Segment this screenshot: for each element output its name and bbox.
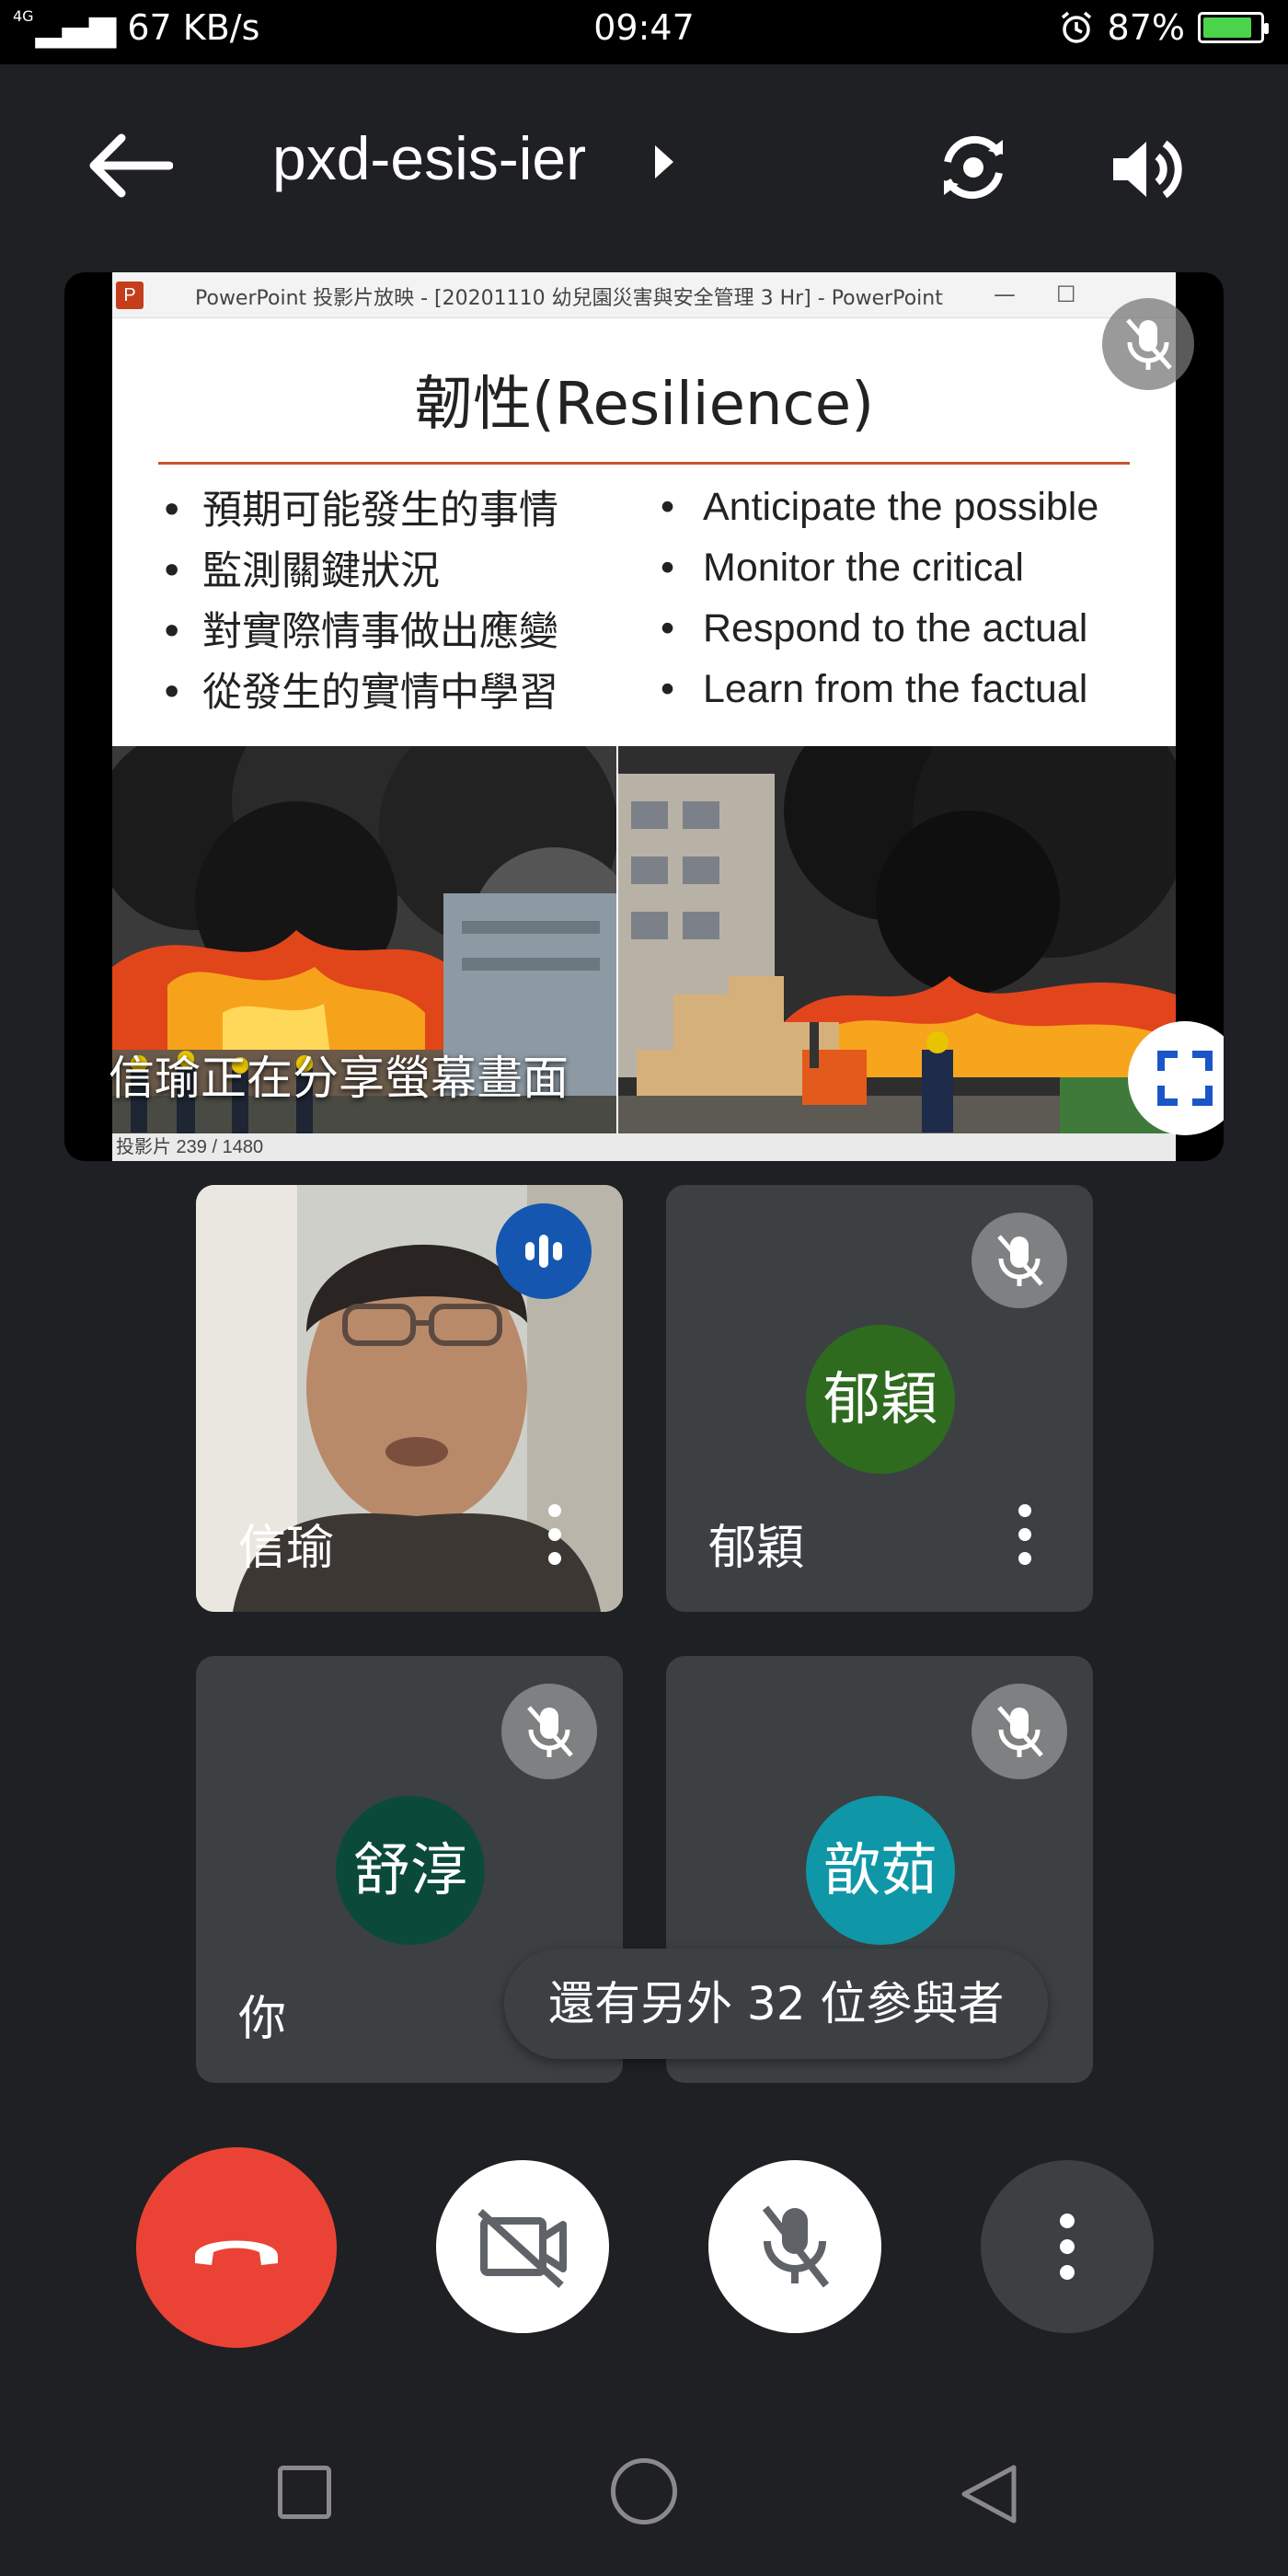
status-right: 87% [1058,7,1269,48]
back-icon[interactable] [957,2462,1021,2526]
participant-tile[interactable]: 郁穎 郁穎 [666,1185,1093,1612]
home-icon[interactable] [611,2458,677,2524]
camera-toggle-button[interactable] [436,2160,609,2333]
slide-counter: 投影片 239 / 1480 [112,1133,1176,1161]
battery-charging-icon [1198,12,1269,43]
more-options-button[interactable] [981,2160,1154,2333]
more-options-icon[interactable] [533,1498,577,1571]
avatar: 舒淳 [336,1796,485,1945]
bullet-item: Learn from the factual [661,659,1098,719]
participant-name: 郁穎 [708,1521,805,1576]
window-title: PowerPoint 投影片放映 - [20201110 幼兒園災害與安全管理 … [195,287,943,310]
back-arrow-icon[interactable] [85,129,173,202]
meeting-code[interactable]: pxd-esis-ier [272,123,586,193]
bullet-list-zh: 預期可能發生的事情 監測關鍵狀況 對實際情事做出應變 從發生的實情中學習 [160,480,558,723]
end-call-icon [195,2240,278,2265]
bullet-item: Monitor the critical [661,537,1098,598]
mic-off-icon [972,1684,1067,1779]
participant-tile-video[interactable]: 信瑜 [196,1185,623,1612]
slide-divider [158,462,1130,465]
more-options-icon[interactable] [1003,1498,1047,1571]
bullet-item: 預期可能發生的事情 [160,480,558,541]
mic-off-icon [501,1684,597,1779]
bullet-list-en: Anticipate the possible Monitor the crit… [661,477,1098,719]
bullet-item: 對實際情事做出應變 [160,602,558,662]
powerpoint-window: P PowerPoint 投影片放映 - [20201110 幼兒園災害與安全管… [112,272,1176,1161]
bullet-item: 監測關鍵狀況 [160,541,558,602]
minimize-icon: — [994,282,1016,307]
shared-screen[interactable]: P PowerPoint 投影片放映 - [20201110 幼兒園災害與安全管… [64,272,1224,1161]
maximize-icon: ☐ [1056,282,1076,307]
mic-off-icon [972,1213,1067,1308]
recents-icon[interactable] [278,2466,331,2519]
mic-off-icon [762,2205,830,2288]
slide-title: 韌性(Resilience) [413,371,875,439]
chevron-right-icon[interactable] [655,145,673,178]
mic-toggle-button[interactable] [708,2160,881,2333]
avatar: 歆茹 [806,1796,955,1945]
speaker-icon[interactable] [1100,125,1189,213]
avatar: 郁穎 [806,1325,955,1474]
switch-camera-icon[interactable] [929,123,1018,212]
fire-photo-right [618,746,1176,1156]
battery-percent: 87% [1107,7,1185,48]
bullet-item: Respond to the actual [661,598,1098,659]
more-options-icon [1060,2214,1075,2280]
status-bar: 4G▂▄▆ 67 KB/s 09:47 87% [0,0,1288,64]
bullet-item: 從發生的實情中學習 [160,662,558,723]
participants-toast[interactable]: 還有另外 32 位參與者 [504,1949,1049,2059]
participant-name: 你 [238,1992,287,2047]
mic-off-icon [1102,298,1194,390]
powerpoint-titlebar: P PowerPoint 投影片放映 - [20201110 幼兒園災害與安全管… [112,272,1176,318]
participant-name: 信瑜 [238,1521,335,1576]
battery-fill [1203,17,1252,38]
speaking-indicator-icon [496,1203,592,1299]
end-call-button[interactable] [136,2147,337,2348]
camera-off-icon [477,2209,567,2288]
bullet-item: Anticipate the possible [661,477,1098,537]
powerpoint-logo: P [116,282,144,309]
alarm-icon [1061,11,1091,43]
sharing-caption: 信瑜正在分享螢幕畫面 [109,1052,569,1105]
